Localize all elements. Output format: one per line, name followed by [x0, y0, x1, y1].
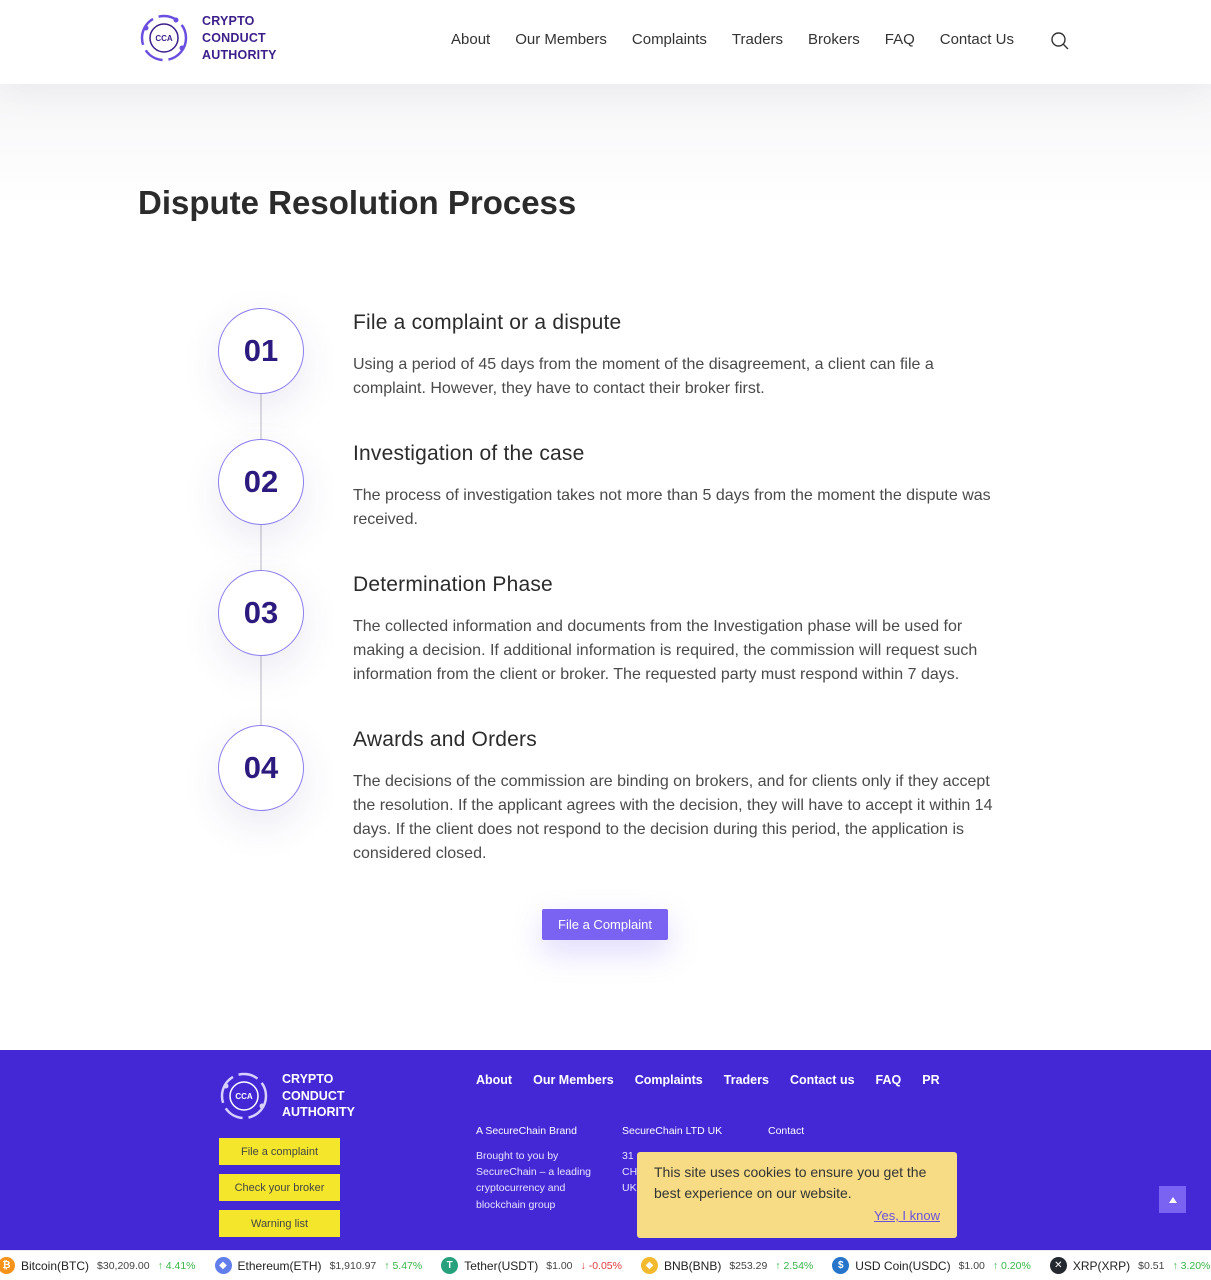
site-footer: CCA CRYPTO CONDUCT AUTHORITY File a comp…	[0, 1050, 1211, 1250]
step-desc-1: Using a period of 45 days from the momen…	[353, 356, 934, 397]
file-complaint-button[interactable]: File a Complaint	[542, 909, 668, 940]
change-up: ↑ 0.20%	[992, 1259, 1031, 1272]
tether-icon: T	[441, 1257, 459, 1274]
caret-up-icon	[1168, 1196, 1177, 1203]
ticker-item[interactable]: ◆ Ethereum(ETH) $1,910.97 ↑ 5.47%	[214, 1257, 423, 1274]
footer-nav-about[interactable]: About	[476, 1073, 512, 1087]
footer-nav-contact-us[interactable]: Contact us	[790, 1073, 855, 1087]
page-title: Dispute Resolution Process	[138, 184, 577, 221]
footer-nav-traders[interactable]: Traders	[724, 1073, 769, 1087]
scroll-to-top-button[interactable]	[1159, 1186, 1186, 1213]
cca-logo-icon: CCA	[140, 14, 188, 62]
change-up: ↑ 5.47%	[384, 1259, 423, 1272]
step-number-2: 02	[218, 439, 304, 525]
step-number-1: 01	[218, 308, 304, 394]
step-title-1: File a complaint or a dispute	[353, 311, 622, 334]
ticker-item[interactable]: ₿ Bitcoin(BTC) $30,209.00 ↑ 4.41%	[0, 1257, 196, 1274]
logo[interactable]: CCA CRYPTO CONDUCT AUTHORITY	[138, 12, 277, 64]
step-desc-2: The process of investigation takes not m…	[353, 487, 991, 528]
footer-company-title: SecureChain LTD UK	[622, 1125, 723, 1137]
svg-text:CCA: CCA	[155, 34, 173, 43]
change-up: ↑ 2.54%	[775, 1259, 814, 1272]
change-down: ↓ -0.05%	[580, 1259, 622, 1272]
ethereum-icon: ◆	[214, 1257, 232, 1274]
bitcoin-icon: ₿	[0, 1257, 15, 1274]
footer-nav-faq[interactable]: FAQ	[876, 1073, 902, 1087]
step-number-3: 03	[218, 570, 304, 656]
footer-nav-our-members[interactable]: Our Members	[533, 1073, 614, 1087]
footer-file-complaint-button[interactable]: File a complaint	[219, 1138, 340, 1165]
footer-brand-title: A SecureChain Brand	[476, 1125, 577, 1137]
cookie-accept-link[interactable]: Yes, I know	[874, 1208, 940, 1223]
ticker-item[interactable]: ◆ BNB(BNB) $253.29 ↑ 2.54%	[640, 1257, 814, 1274]
footer-logo[interactable]: CCA CRYPTO CONDUCT AUTHORITY	[218, 1070, 355, 1122]
svg-text:CCA: CCA	[235, 1092, 253, 1101]
nav-faq[interactable]: FAQ	[885, 31, 915, 48]
footer-brand-text: Brought to you by SecureChain – a leadin…	[476, 1150, 591, 1211]
step-desc-3: The collected information and documents …	[353, 618, 978, 683]
step-title-4: Awards and Orders	[353, 728, 537, 751]
xrp-icon: ✕	[1049, 1257, 1067, 1274]
timeline-line	[260, 350, 262, 770]
cca-logo-icon: CCA	[220, 1072, 268, 1120]
usdc-icon: $	[832, 1257, 850, 1274]
footer-company-address: 31 CH UK	[622, 1150, 638, 1195]
footer-nav-pr[interactable]: PR	[922, 1073, 939, 1087]
ticker-item[interactable]: T Tether(USDT) $1.00 ↓ -0.05%	[441, 1257, 622, 1274]
footer-nav-complaints[interactable]: Complaints	[635, 1073, 703, 1087]
step-desc-4: The decisions of the commission are bind…	[353, 773, 993, 862]
nav-about[interactable]: About	[451, 31, 490, 48]
nav-traders[interactable]: Traders	[732, 31, 783, 48]
step-title-3: Determination Phase	[353, 573, 553, 596]
change-up: ↑ 4.41%	[157, 1259, 196, 1272]
cookie-notice: This site uses cookies to ensure you get…	[637, 1152, 957, 1238]
footer-check-broker-button[interactable]: Check your broker	[219, 1174, 340, 1201]
step-number-4: 04	[218, 725, 304, 811]
footer-nav: About Our Members Complaints Traders Con…	[476, 1073, 961, 1087]
search-icon[interactable]	[1050, 31, 1070, 51]
cookie-text: This site uses cookies to ensure you get…	[654, 1164, 927, 1201]
ticker-item[interactable]: ✕ XRP(XRP) $0.51 ↑ 3.20%	[1049, 1257, 1211, 1274]
nav-brokers[interactable]: Brokers	[808, 31, 860, 48]
main-nav: About Our Members Complaints Traders Bro…	[451, 31, 1039, 48]
site-header: CCA CRYPTO CONDUCT AUTHORITY About Our M…	[0, 0, 1211, 84]
footer-warning-list-button[interactable]: Warning list	[219, 1210, 340, 1237]
change-up: ↑ 3.20%	[1172, 1259, 1211, 1272]
nav-contact-us[interactable]: Contact Us	[940, 31, 1014, 48]
nav-complaints[interactable]: Complaints	[632, 31, 707, 48]
footer-contact-title: Contact	[768, 1125, 805, 1137]
crypto-ticker: ₿ Bitcoin(BTC) $30,209.00 ↑ 4.41% ◆ Ethe…	[0, 1250, 1211, 1280]
logo-text: CRYPTO CONDUCT AUTHORITY	[202, 13, 277, 62]
ticker-item[interactable]: $ USD Coin(USDC) $1.00 ↑ 0.20%	[832, 1257, 1031, 1274]
nav-our-members[interactable]: Our Members	[515, 31, 607, 48]
bnb-icon: ◆	[640, 1257, 658, 1274]
footer-logo-text: CRYPTO CONDUCT AUTHORITY	[282, 1072, 355, 1120]
step-title-2: Investigation of the case	[353, 442, 585, 465]
